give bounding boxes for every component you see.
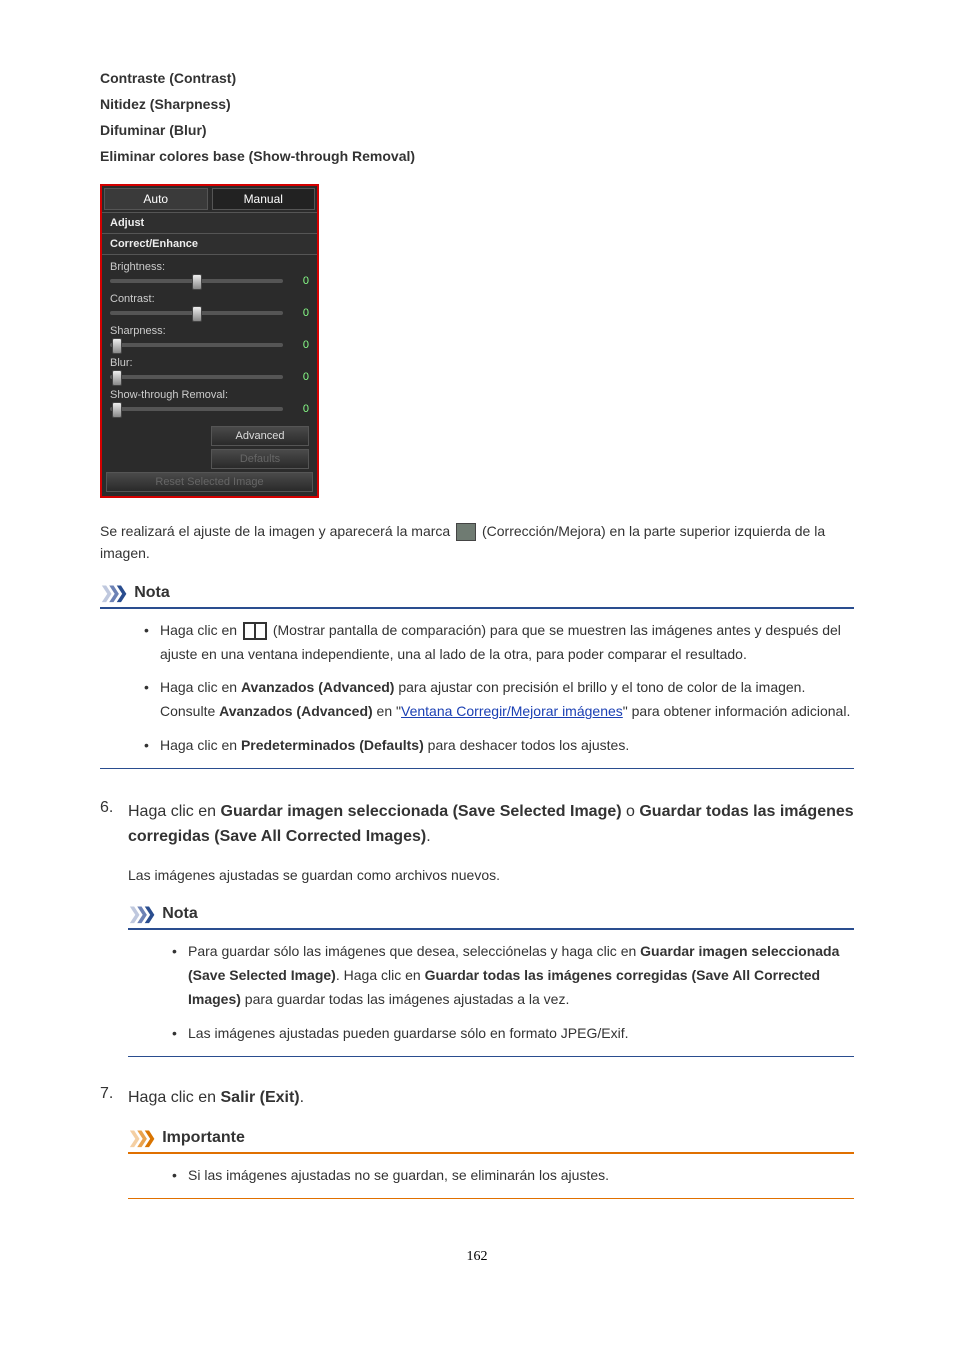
slider-showthrough-value: 0 <box>289 403 309 415</box>
note-chevron-icon: ❯❯❯ <box>128 904 150 924</box>
slider-sharpness-label: Sharpness: <box>110 325 309 337</box>
slider-blur: Blur: 0 <box>110 357 309 383</box>
step7-c: . <box>300 1089 304 1106</box>
slider-contrast-track[interactable] <box>110 311 283 315</box>
correct-enhance-window-link[interactable]: Ventana Corregir/Mejorar imágenes <box>401 703 623 719</box>
slider-blur-thumb[interactable] <box>112 370 122 386</box>
slider-blur-value: 0 <box>289 371 309 383</box>
slider-brightness: Brightness: 0 <box>110 261 309 287</box>
note-label: Nota <box>162 905 198 923</box>
slider-sharpness-track[interactable] <box>110 343 283 347</box>
heading-contrast: Contraste (Contrast) <box>100 70 854 86</box>
step6-e: . <box>426 828 430 845</box>
paragraph-adjust-result-a: Se realizará el ajuste de la imagen y ap… <box>100 523 454 539</box>
step-6-number: 6. <box>100 799 113 817</box>
note-block-1: ❯❯❯ Nota Haga clic en (Mostrar pantalla … <box>100 583 854 769</box>
tab-manual[interactable]: Manual <box>212 188 316 210</box>
step-6-desc: Las imágenes ajustadas se guardan como a… <box>128 864 854 886</box>
slider-blur-track[interactable] <box>110 375 283 379</box>
slider-contrast-value: 0 <box>289 307 309 319</box>
important-item1: Si las imágenes ajustadas no se guardan,… <box>188 1164 854 1188</box>
slider-brightness-track[interactable] <box>110 279 283 283</box>
note1-item3-c: para deshacer todos los ajustes. <box>424 737 629 753</box>
note1-item1-a: Haga clic en <box>160 622 241 638</box>
note2-item1: Para guardar sólo las imágenes que desea… <box>188 940 854 1011</box>
slider-brightness-label: Brightness: <box>110 261 309 273</box>
correct-enhance-panel: Auto Manual Adjust Correct/Enhance Brigh… <box>100 184 319 498</box>
step-7-number: 7. <box>100 1085 113 1103</box>
note1-item2-b: Avanzados (Advanced) <box>241 679 395 695</box>
heading-sharpness: Nitidez (Sharpness) <box>100 96 854 112</box>
note1-item2-f: " para obtener información adicional. <box>623 703 851 719</box>
reset-selected-button[interactable]: Reset Selected Image <box>106 472 313 492</box>
slider-contrast: Contrast: 0 <box>110 293 309 319</box>
step-6: 6. Haga clic en Guardar imagen seleccion… <box>100 799 854 1057</box>
note1-item2-d: Avanzados (Advanced) <box>219 703 373 719</box>
slider-contrast-label: Contrast: <box>110 293 309 305</box>
note-chevron-icon: ❯❯❯ <box>100 583 122 603</box>
paragraph-adjust-result: Se realizará el ajuste de la imagen y ap… <box>100 520 854 565</box>
heading-blur: Difuminar (Blur) <box>100 122 854 138</box>
slider-showthrough-track[interactable] <box>110 407 283 411</box>
section-correct-enhance[interactable]: Correct/Enhance <box>102 234 317 255</box>
important-block: ❯❯❯ Importante Si las imágenes ajustadas… <box>128 1128 854 1199</box>
heading-showthrough: Eliminar colores base (Show-through Remo… <box>100 148 854 164</box>
step7-a: Haga clic en <box>128 1089 221 1106</box>
page-number: 162 <box>100 1249 854 1265</box>
slider-contrast-thumb[interactable] <box>192 306 202 322</box>
note-block-2: ❯❯❯ Nota Para guardar sólo las imágenes … <box>128 904 854 1056</box>
important-chevron-icon: ❯❯❯ <box>128 1128 150 1148</box>
note1-item1: Haga clic en (Mostrar pantalla de compar… <box>160 619 854 667</box>
defaults-button[interactable]: Defaults <box>211 449 309 469</box>
compare-view-icon <box>243 622 267 640</box>
advanced-button[interactable]: Advanced <box>211 426 309 446</box>
slider-sharpness-thumb[interactable] <box>112 338 122 354</box>
slider-showthrough-thumb[interactable] <box>112 402 122 418</box>
section-adjust[interactable]: Adjust <box>102 213 317 234</box>
correction-enhance-icon <box>456 523 476 541</box>
slider-blur-label: Blur: <box>110 357 309 369</box>
note1-item2: Haga clic en Avanzados (Advanced) para a… <box>160 676 854 724</box>
note2-item1-c: . Haga clic en <box>336 967 425 983</box>
step-7-heading: Haga clic en Salir (Exit). <box>128 1085 854 1111</box>
note-label: Nota <box>134 584 170 602</box>
note1-item2-e: en " <box>373 703 401 719</box>
slider-showthrough: Show-through Removal: 0 <box>110 389 309 415</box>
slider-brightness-thumb[interactable] <box>192 274 202 290</box>
note1-item3: Haga clic en Predeterminados (Defaults) … <box>160 734 854 758</box>
note2-item1-e: para guardar todas las imágenes ajustada… <box>241 991 569 1007</box>
slider-brightness-value: 0 <box>289 275 309 287</box>
note1-item3-a: Haga clic en <box>160 737 241 753</box>
slider-sharpness-value: 0 <box>289 339 309 351</box>
step7-b: Salir (Exit) <box>221 1089 300 1106</box>
note1-item2-a: Haga clic en <box>160 679 241 695</box>
note1-item3-b: Predeterminados (Defaults) <box>241 737 424 753</box>
slider-sharpness: Sharpness: 0 <box>110 325 309 351</box>
step-6-heading: Haga clic en Guardar imagen seleccionada… <box>128 799 854 850</box>
step6-c: o <box>622 803 640 820</box>
step-7: 7. Haga clic en Salir (Exit). ❯❯❯ Import… <box>100 1085 854 1199</box>
step6-a: Haga clic en <box>128 803 221 820</box>
slider-showthrough-label: Show-through Removal: <box>110 389 309 401</box>
step6-b: Guardar imagen seleccionada (Save Select… <box>221 803 622 820</box>
note2-item1-a: Para guardar sólo las imágenes que desea… <box>188 943 640 959</box>
tab-auto[interactable]: Auto <box>104 188 208 210</box>
note2-item2: Las imágenes ajustadas pueden guardarse … <box>188 1022 854 1046</box>
important-label: Importante <box>162 1129 245 1147</box>
